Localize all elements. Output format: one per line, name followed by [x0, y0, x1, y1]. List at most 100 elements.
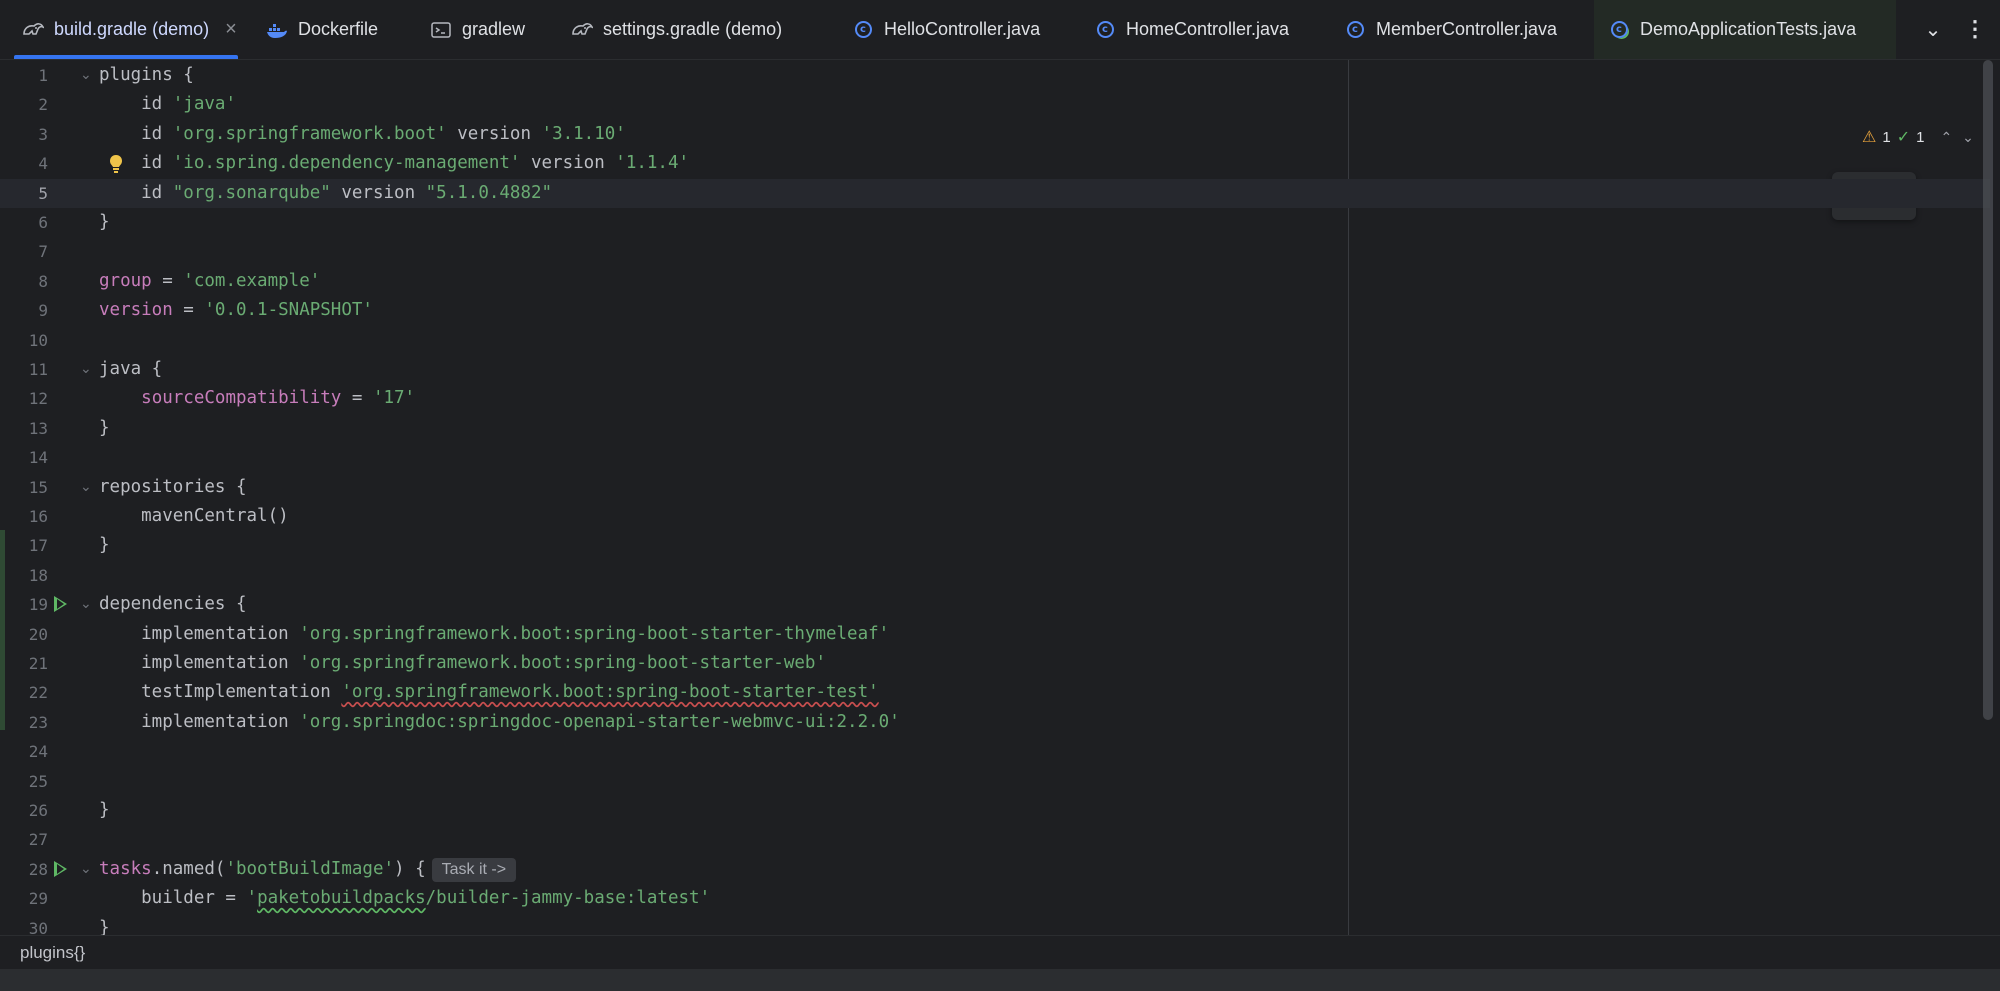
code-text[interactable]: }: [99, 414, 110, 443]
line-number[interactable]: 5: [0, 179, 48, 208]
code-line[interactable]: 2 id 'java': [0, 90, 1990, 119]
code-text[interactable]: version = '0.0.1-SNAPSHOT': [99, 296, 373, 325]
code-line[interactable]: 9 version = '0.0.1-SNAPSHOT': [0, 296, 1990, 325]
code-line[interactable]: 8 group = 'com.example': [0, 267, 1990, 296]
line-number[interactable]: 26: [0, 796, 48, 825]
fold-chevron-icon[interactable]: ⌄: [80, 590, 92, 619]
code-line[interactable]: 17}: [0, 531, 1990, 560]
breadcrumb[interactable]: plugins{}: [0, 935, 2000, 969]
line-number[interactable]: 21: [0, 649, 48, 678]
code-line[interactable]: 1 ⌄ plugins {: [0, 61, 1990, 90]
line-number[interactable]: 27: [0, 825, 48, 854]
code-text[interactable]: implementation 'org.springdoc:springdoc-…: [99, 708, 900, 737]
code-text[interactable]: id "org.sonarqube" version "5.1.0.4882": [99, 179, 552, 208]
line-number[interactable]: 30: [0, 914, 48, 935]
fold-chevron-icon[interactable]: ⌄: [80, 61, 92, 90]
tab-build-gradle-demo[interactable]: build.gradle (demo) ×: [8, 0, 244, 59]
code-line[interactable]: 10: [0, 326, 1990, 355]
code-line[interactable]: 20 implementation 'org.springframework.b…: [0, 620, 1990, 649]
breadcrumb-item[interactable]: plugins{}: [20, 943, 85, 963]
code-text[interactable]: }: [99, 531, 110, 560]
run-gutter-icon[interactable]: [54, 860, 67, 877]
tab-demoapplicationtests-java[interactable]: c DemoApplicationTests.java: [1594, 0, 1896, 59]
line-number[interactable]: 13: [0, 414, 48, 443]
line-number[interactable]: 11: [0, 355, 48, 384]
code-text[interactable]: id 'org.springframework.boot' version '3…: [99, 120, 626, 149]
line-number[interactable]: 12: [0, 384, 48, 413]
code-text[interactable]: }: [99, 796, 110, 825]
code-line[interactable]: 14: [0, 443, 1990, 472]
tab-gradlew[interactable]: gradlew: [416, 0, 548, 59]
code-text[interactable]: plugins {: [99, 61, 194, 90]
line-number[interactable]: 20: [0, 620, 48, 649]
code-line[interactable]: 4 id 'io.spring.dependency-management' v…: [0, 149, 1990, 178]
show-hidden-tabs-button[interactable]: ⌄: [1918, 14, 1948, 44]
run-gutter-icon[interactable]: [54, 596, 67, 613]
code-text[interactable]: implementation 'org.springframework.boot…: [99, 620, 889, 649]
line-number[interactable]: 28: [0, 855, 48, 884]
code-text[interactable]: group = 'com.example': [99, 267, 320, 296]
code-line[interactable]: 28 ⌄ tasks.named('bootBuildImage') {Task i…: [0, 855, 1990, 884]
line-number[interactable]: 15: [0, 473, 48, 502]
fold-chevron-icon[interactable]: ⌄: [80, 855, 92, 884]
line-number[interactable]: 7: [0, 237, 48, 266]
code-line[interactable]: 21 implementation 'org.springframework.b…: [0, 649, 1990, 678]
tab-dockerfile[interactable]: Dockerfile: [252, 0, 408, 59]
code-text[interactable]: dependencies {: [99, 590, 247, 619]
fold-chevron-icon[interactable]: ⌄: [80, 355, 92, 384]
line-number[interactable]: 8: [0, 267, 48, 296]
tab-hellocontroller-java[interactable]: c HelloController.java: [838, 0, 1070, 59]
code-text[interactable]: java {: [99, 355, 162, 384]
code-line[interactable]: 23 implementation 'org.springdoc:springd…: [0, 708, 1990, 737]
line-number[interactable]: 23: [0, 708, 48, 737]
line-number[interactable]: 24: [0, 737, 48, 766]
code-line[interactable]: 13}: [0, 414, 1990, 443]
code-line[interactable]: 3 id 'org.springframework.boot' version …: [0, 120, 1990, 149]
code-line[interactable]: 29 builder = 'paketobuildpacks/builder-j…: [0, 884, 1990, 913]
line-number[interactable]: 3: [0, 120, 48, 149]
code-text[interactable]: tasks.named('bootBuildImage') {Task it -…: [99, 855, 517, 884]
code-line[interactable]: 26}: [0, 796, 1990, 825]
tab-membercontroller-java[interactable]: c MemberController.java: [1330, 0, 1586, 59]
tab-actions-menu-button[interactable]: ⋮: [1960, 14, 1990, 44]
line-number[interactable]: 18: [0, 561, 48, 590]
line-number[interactable]: 4: [0, 149, 48, 178]
code-text[interactable]: id 'java': [99, 90, 236, 119]
code-text[interactable]: }: [99, 914, 110, 935]
line-number[interactable]: 14: [0, 443, 48, 472]
line-number[interactable]: 2: [0, 90, 48, 119]
code-text[interactable]: }: [99, 208, 110, 237]
line-number[interactable]: 6: [0, 208, 48, 237]
line-number[interactable]: 16: [0, 502, 48, 531]
code-line[interactable]: 19 ⌄ dependencies {: [0, 590, 1990, 619]
inlay-hint[interactable]: Task it ->: [431, 857, 517, 882]
code-line[interactable]: 5 id "org.sonarqube" version "5.1.0.4882…: [0, 178, 1990, 208]
code-line[interactable]: 25: [0, 767, 1990, 796]
code-line[interactable]: 18: [0, 561, 1990, 590]
code-text[interactable]: repositories {: [99, 473, 247, 502]
code-line[interactable]: 22 testImplementation 'org.springframewo…: [0, 678, 1990, 707]
line-number[interactable]: 22: [0, 678, 48, 707]
code-line[interactable]: 24: [0, 737, 1990, 766]
line-number[interactable]: 10: [0, 326, 48, 355]
line-number[interactable]: 29: [0, 884, 48, 913]
tab-homecontroller-java[interactable]: c HomeController.java: [1080, 0, 1320, 59]
code-line[interactable]: 16 mavenCentral(): [0, 502, 1990, 531]
line-number[interactable]: 25: [0, 767, 48, 796]
code-text[interactable]: testImplementation 'org.springframework.…: [99, 678, 879, 707]
code-text[interactable]: implementation 'org.springframework.boot…: [99, 649, 826, 678]
code-line[interactable]: 27: [0, 825, 1990, 854]
code-text[interactable]: builder = 'paketobuildpacks/builder-jamm…: [99, 884, 710, 913]
vertical-scrollbar[interactable]: [1983, 60, 1993, 720]
line-number[interactable]: 17: [0, 531, 48, 560]
code-line[interactable]: 7: [0, 237, 1990, 266]
tab-settings-gradle-demo[interactable]: settings.gradle (demo): [557, 0, 827, 59]
code-line[interactable]: 6}: [0, 208, 1990, 237]
code-text[interactable]: sourceCompatibility = '17': [99, 384, 415, 413]
code-line[interactable]: 30}: [0, 914, 1990, 935]
code-line[interactable]: 12 sourceCompatibility = '17': [0, 384, 1990, 413]
line-number[interactable]: 1: [0, 61, 48, 90]
fold-chevron-icon[interactable]: ⌄: [80, 473, 92, 502]
line-number[interactable]: 19: [0, 590, 48, 619]
code-text[interactable]: mavenCentral(): [99, 502, 289, 531]
